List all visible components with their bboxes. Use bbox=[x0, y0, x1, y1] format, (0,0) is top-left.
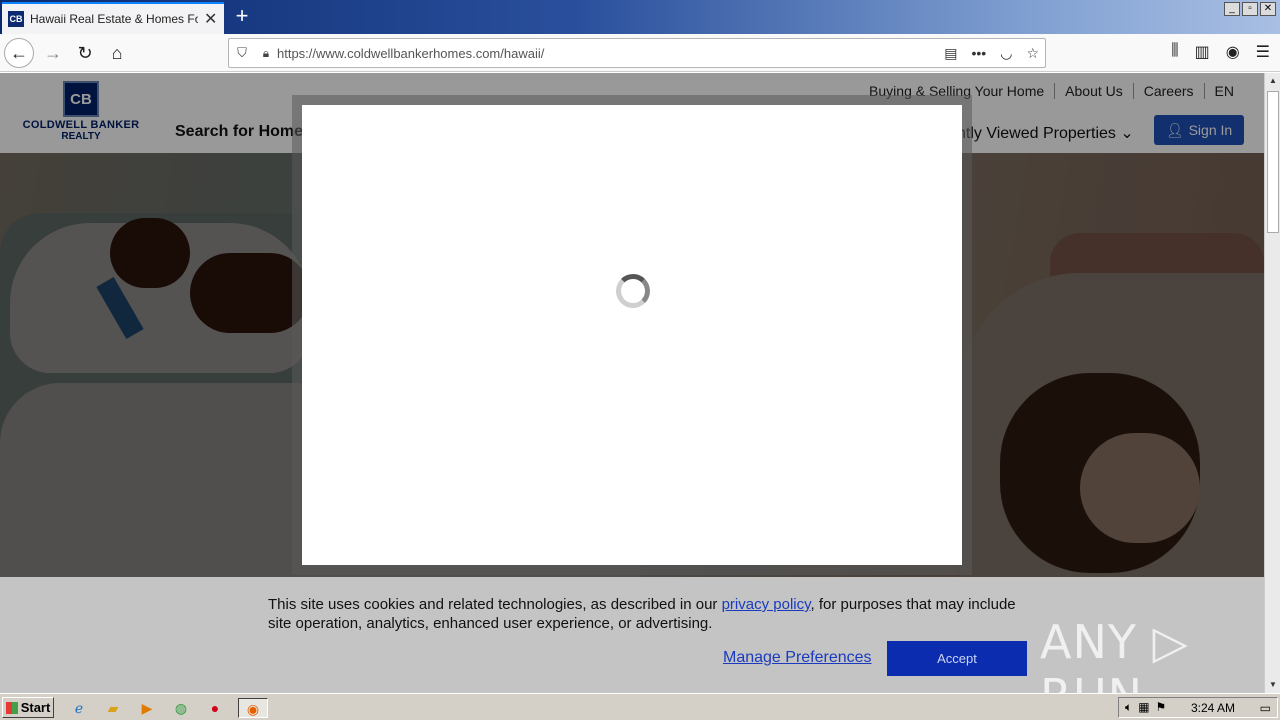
scroll-thumb[interactable] bbox=[1267, 91, 1279, 233]
url-path: /hawaii/ bbox=[500, 45, 545, 61]
close-window-button[interactable]: ✕ bbox=[1260, 2, 1276, 16]
accept-button[interactable]: Accept bbox=[887, 641, 1027, 676]
reader-icon[interactable]: ▤ bbox=[944, 45, 957, 62]
chrome-icon[interactable]: ◍ bbox=[170, 698, 192, 718]
start-button[interactable]: Start bbox=[2, 697, 54, 718]
shield-icon[interactable]: ⛉ bbox=[229, 45, 255, 61]
modal-frame bbox=[292, 95, 972, 575]
url-bar[interactable]: ⛉ 🔒︎ https://www.coldwellbankerhomes.com… bbox=[228, 38, 1046, 68]
spinner-icon bbox=[616, 274, 650, 308]
home-icon[interactable]: ⌂ bbox=[102, 38, 132, 68]
manage-preferences-link[interactable]: Manage Preferences bbox=[723, 649, 872, 667]
show-desktop-icon[interactable]: ▭ bbox=[1260, 701, 1271, 715]
firefox-icon[interactable]: ◉ bbox=[238, 698, 268, 718]
minimize-button[interactable]: _ bbox=[1224, 2, 1240, 16]
window-controls: _ ▫ ✕ bbox=[1224, 2, 1276, 16]
url-domain: https://www.coldwellbankerhomes.com bbox=[277, 45, 501, 61]
system-tray: 🔈︎ ▦ ⚑ 3:24 AM ▭ bbox=[1118, 697, 1278, 718]
pocket-icon[interactable]: ◡ bbox=[1000, 45, 1012, 62]
opera-icon[interactable]: ● bbox=[204, 698, 226, 718]
windows-logo-icon bbox=[5, 701, 18, 714]
back-arrow-icon[interactable]: ← bbox=[4, 38, 34, 68]
forward-arrow-icon[interactable]: → bbox=[38, 38, 68, 68]
browser-tab-bar: CB Hawaii Real Estate & Homes For Sale ✕… bbox=[0, 0, 1280, 34]
cookie-text: This site uses cookies and related techn… bbox=[268, 595, 1028, 633]
site-favicon-icon: CB bbox=[8, 11, 24, 27]
sidebar-icon[interactable]: ▥ bbox=[1195, 42, 1210, 62]
cookie-banner: This site uses cookies and related techn… bbox=[0, 577, 1264, 693]
network-icon[interactable]: ▦ bbox=[1138, 700, 1149, 715]
reload-icon[interactable]: ↻ bbox=[70, 38, 100, 68]
clock[interactable]: 3:24 AM bbox=[1191, 701, 1235, 715]
url-text[interactable]: https://www.coldwellbankerhomes.com/hawa… bbox=[277, 46, 944, 61]
new-tab-button[interactable]: + bbox=[230, 4, 254, 28]
web-page: CB COLDWELL BANKER REALTY Buying & Selli… bbox=[0, 73, 1264, 693]
windows-taskbar: Start ℯ ▰ ▶ ◍ ● ◉ 🔈︎ ▦ ⚑ 3:24 AM ▭ bbox=[0, 693, 1280, 720]
scroll-down-icon[interactable]: ▼ bbox=[1265, 677, 1280, 693]
lock-icon[interactable]: 🔒︎ bbox=[255, 46, 277, 61]
browser-nav-bar: ← → ↻ ⌂ ⛉ 🔒︎ https://www.coldwellbankerh… bbox=[0, 34, 1280, 72]
loading-modal bbox=[302, 105, 962, 565]
anyrun-watermark: ANY ▷ RUN bbox=[1040, 615, 1189, 693]
quick-launch: ℯ ▰ ▶ ◍ ● ◉ bbox=[68, 698, 268, 718]
restore-button[interactable]: ▫ bbox=[1242, 2, 1258, 16]
flag-icon[interactable]: ⚑ bbox=[1156, 700, 1167, 715]
star-icon[interactable]: ☆ bbox=[1026, 45, 1039, 62]
privacy-policy-link[interactable]: privacy policy bbox=[722, 596, 811, 613]
cookie-text-before: This site uses cookies and related techn… bbox=[268, 596, 722, 613]
menu-icon[interactable]: ☰ bbox=[1256, 42, 1270, 62]
folder-icon[interactable]: ▰ bbox=[102, 698, 124, 718]
library-icon[interactable]: ⫼ bbox=[1171, 42, 1178, 62]
browser-tab[interactable]: CB Hawaii Real Estate & Homes For Sale ✕ bbox=[2, 2, 224, 34]
vertical-scrollbar[interactable]: ▲ ▼ bbox=[1264, 73, 1280, 693]
account-icon[interactable]: ◉ bbox=[1226, 42, 1240, 62]
tab-title: Hawaii Real Estate & Homes For Sale bbox=[30, 12, 198, 26]
media-player-icon[interactable]: ▶ bbox=[136, 698, 158, 718]
start-label: Start bbox=[20, 700, 51, 715]
scroll-up-icon[interactable]: ▲ bbox=[1265, 73, 1280, 89]
volume-icon[interactable]: 🔈︎ bbox=[1125, 700, 1132, 715]
ie-icon[interactable]: ℯ bbox=[68, 698, 90, 718]
more-icon[interactable]: ••• bbox=[972, 45, 987, 62]
tab-close-icon[interactable]: ✕ bbox=[204, 9, 217, 29]
